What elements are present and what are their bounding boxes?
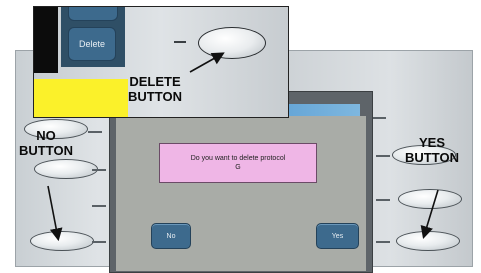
inset-black-block	[34, 7, 58, 73]
right-hardware-button-2[interactable]	[398, 189, 462, 209]
left-dash-3	[92, 205, 106, 207]
yes-hardware-button[interactable]	[396, 231, 460, 251]
right-dash-1	[372, 117, 386, 119]
yes-button-callout: YES BUTTON	[405, 135, 459, 165]
right-dash-3	[376, 199, 390, 201]
no-button[interactable]: No	[151, 223, 191, 249]
left-dash-1	[88, 131, 102, 133]
inset-top-soft-button	[68, 7, 118, 21]
delete-confirmation-dialog: Do you want to delete protocol G	[159, 143, 317, 183]
left-hardware-button-2[interactable]	[34, 159, 98, 179]
left-dash-2	[92, 169, 106, 171]
inset-dash	[174, 41, 186, 43]
left-dash-4	[92, 241, 106, 243]
no-button-callout: NO BUTTON	[19, 128, 73, 158]
right-dash-4	[376, 241, 390, 243]
inset-yellow-block	[34, 79, 128, 117]
delete-hardware-button[interactable]	[198, 27, 266, 59]
no-hardware-button[interactable]	[30, 231, 94, 251]
delete-button-callout: DELETE BUTTON	[128, 74, 182, 104]
display-screen: Do you want to delete protocol G No Yes	[116, 116, 366, 271]
delete-button[interactable]: Delete	[68, 27, 116, 61]
yes-button[interactable]: Yes	[316, 223, 359, 249]
right-dash-2	[376, 155, 390, 157]
display-frame: Do you want to delete protocol G No Yes	[109, 91, 373, 273]
